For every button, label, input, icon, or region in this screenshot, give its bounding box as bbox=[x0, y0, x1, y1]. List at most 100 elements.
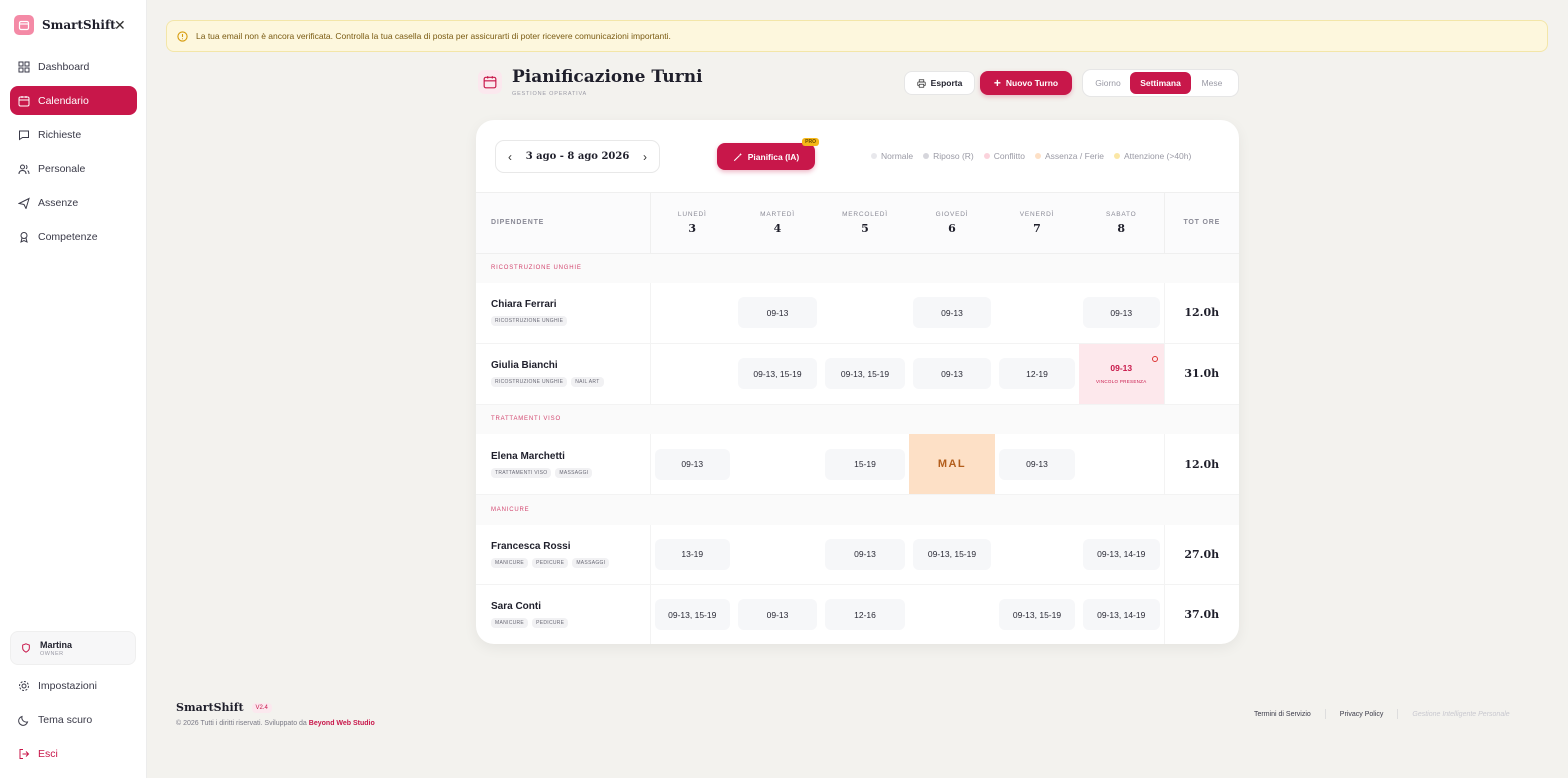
employee-cell[interactable]: Francesca Rossi MANICURE PEDICURE MASSAGGI bbox=[476, 524, 651, 585]
view-week-button[interactable]: Settimana bbox=[1130, 72, 1191, 94]
shift-cell[interactable]: 09-13 bbox=[909, 343, 995, 405]
sidebar-item-richieste[interactable]: Richieste bbox=[10, 120, 137, 149]
shift-cell[interactable]: 09-13 bbox=[995, 434, 1079, 495]
shift-cell[interactable]: 09-13, 14-19 bbox=[1079, 584, 1164, 644]
shift-cell[interactable]: 09-13 bbox=[821, 524, 909, 585]
shift-cell[interactable]: 09-13 bbox=[650, 434, 734, 495]
day-column-header: MARTEDÌ 4 bbox=[734, 193, 821, 254]
settings-button[interactable]: Impostazioni bbox=[10, 671, 137, 700]
shift-cell[interactable]: 09-13 bbox=[1079, 283, 1164, 344]
shift-block[interactable]: 09-13 bbox=[1083, 297, 1160, 329]
employee-cell[interactable]: Sara Conti MANICURE PEDICURE bbox=[476, 584, 651, 644]
employee-cell[interactable]: Chiara Ferrari RICOSTRUZIONE UNGHIE bbox=[476, 283, 651, 344]
shift-cell[interactable]: 09-13, 15-19 bbox=[821, 343, 909, 405]
total-column-header: TOT ORE bbox=[1163, 193, 1239, 254]
empty-shift-cell[interactable] bbox=[734, 434, 821, 495]
sidebar-item-competenze[interactable]: Competenze bbox=[10, 222, 137, 251]
shift-cell[interactable]: 09-13 bbox=[909, 283, 995, 344]
absence-shift[interactable]: MAL bbox=[909, 434, 995, 494]
new-shift-button[interactable]: + Nuovo Turno bbox=[980, 71, 1072, 95]
close-sidebar-icon[interactable]: ✕ bbox=[114, 17, 126, 34]
page-subtitle: GESTIONE OPERATIVA bbox=[512, 91, 588, 97]
sidebar-item-personale[interactable]: Personale bbox=[10, 154, 137, 183]
export-label: Esporta bbox=[930, 78, 963, 88]
shift-block[interactable]: 09-13 bbox=[825, 538, 905, 570]
empty-shift-cell[interactable] bbox=[1079, 434, 1164, 495]
copyright-text: © 2026 Tutti i diritti riservati. Svilup… bbox=[176, 720, 307, 727]
shift-block[interactable]: 09-13, 14-19 bbox=[1083, 599, 1160, 630]
sidebar-item-label: Dashboard bbox=[38, 60, 90, 73]
shift-block[interactable]: 12-19 bbox=[999, 358, 1075, 389]
empty-shift-cell[interactable] bbox=[650, 283, 734, 344]
shift-block[interactable]: 09-13 bbox=[654, 448, 730, 480]
privacy-link[interactable]: Privacy Policy bbox=[1340, 711, 1384, 718]
shift-block[interactable]: 12-16 bbox=[825, 599, 905, 630]
sidebar-item-label: Richieste bbox=[38, 128, 82, 141]
chevron-right-icon[interactable]: › bbox=[643, 150, 647, 164]
shift-block[interactable]: 09-13 bbox=[738, 599, 817, 630]
shift-block[interactable]: 09-13 bbox=[913, 358, 991, 389]
shift-cell[interactable]: 09-13, 15-19 bbox=[650, 584, 734, 644]
shift-block[interactable]: 15-19 bbox=[825, 448, 905, 480]
empty-shift-cell[interactable] bbox=[995, 283, 1079, 344]
shift-block[interactable]: 13-19 bbox=[654, 538, 730, 570]
shift-block[interactable]: 09-13, 14-19 bbox=[1083, 538, 1160, 570]
sidebar-item-calendario[interactable]: Calendario bbox=[10, 86, 137, 115]
shift-cell[interactable]: 12-16 bbox=[821, 584, 909, 644]
shift-cell[interactable]: 09-13, 15-19 bbox=[909, 524, 995, 585]
legend-item: Normale bbox=[871, 151, 913, 161]
theme-toggle[interactable]: Tema scuro bbox=[10, 705, 137, 734]
shift-cell[interactable]: 09-13 VINCOLO PRESENZA bbox=[1079, 343, 1164, 405]
shift-cell[interactable]: 09-13, 14-19 bbox=[1079, 524, 1164, 585]
total-hours: 12.0h bbox=[1163, 434, 1239, 495]
legend-dot bbox=[983, 153, 990, 159]
shift-block[interactable]: 09-13 bbox=[913, 297, 991, 329]
empty-shift-cell[interactable] bbox=[909, 584, 995, 644]
empty-shift-cell[interactable] bbox=[650, 343, 734, 405]
chevron-left-icon[interactable]: ‹ bbox=[508, 150, 512, 164]
terms-link[interactable]: Termini di Servizio bbox=[1254, 711, 1311, 718]
sidebar-item-dashboard[interactable]: Dashboard bbox=[10, 52, 137, 81]
employee-cell[interactable]: Elena Marchetti TRATTAMENTI VISO MASSAGGI bbox=[476, 434, 651, 495]
empty-shift-cell[interactable] bbox=[821, 283, 909, 344]
view-day-button[interactable]: Giorno bbox=[1086, 72, 1130, 94]
shift-block[interactable]: 09-13, 15-19 bbox=[825, 358, 905, 389]
shift-cell[interactable]: 09-13 bbox=[734, 584, 821, 644]
shift-cell[interactable]: 09-13, 15-19 bbox=[995, 584, 1079, 644]
view-toggle: Giorno Settimana Mese bbox=[1082, 69, 1239, 97]
conflict-shift[interactable]: 09-13 VINCOLO PRESENZA bbox=[1079, 343, 1164, 404]
shift-cell[interactable]: MAL bbox=[909, 434, 995, 495]
logout-button[interactable]: Esci bbox=[10, 739, 137, 768]
shift-cell[interactable]: 09-13 bbox=[734, 283, 821, 344]
shift-block[interactable]: 09-13, 15-19 bbox=[738, 358, 817, 389]
user-card[interactable]: Martina OWNER bbox=[10, 631, 136, 665]
shift-cell[interactable]: 13-19 bbox=[650, 524, 734, 585]
shift-cell[interactable]: 12-19 bbox=[995, 343, 1079, 405]
shift-block[interactable]: 09-13 bbox=[738, 297, 817, 329]
employee-cell[interactable]: Giulia Bianchi RICOSTRUZIONE UNGHIE NAIL A… bbox=[476, 343, 651, 405]
shift-block[interactable]: 09-13, 15-19 bbox=[913, 538, 991, 570]
export-button[interactable]: Esporta bbox=[904, 71, 975, 95]
sidebar-item-assenze[interactable]: Assenze bbox=[10, 188, 137, 217]
shift-block[interactable]: 09-13, 15-19 bbox=[999, 599, 1075, 630]
view-month-button[interactable]: Mese bbox=[1191, 72, 1233, 94]
employee-tags: MANICURE PEDICURE bbox=[491, 618, 650, 628]
ai-plan-button[interactable]: Pianifica (IA) PRO bbox=[717, 138, 819, 170]
empty-shift-cell[interactable] bbox=[734, 524, 821, 585]
shift-block[interactable]: 09-13 bbox=[999, 448, 1075, 480]
users-icon bbox=[18, 164, 30, 174]
empty-shift-cell[interactable] bbox=[995, 524, 1079, 585]
developer-link[interactable]: Beyond Web Studio bbox=[309, 720, 375, 727]
shift-cell[interactable]: 09-13, 15-19 bbox=[734, 343, 821, 405]
schedule-table: DIPENDENTE LUNEDÌ 3 MARTEDÌ 4 MERCOLEDÌ 5 GIOV… bbox=[476, 193, 1239, 644]
shift-cell[interactable]: 15-19 bbox=[821, 434, 909, 495]
shift-block[interactable]: 09-13, 15-19 bbox=[654, 599, 730, 630]
gear-icon bbox=[19, 680, 29, 691]
day-column-header: GIOVEDÌ 6 bbox=[909, 193, 995, 254]
brand[interactable]: SmartShift bbox=[14, 15, 116, 35]
table-row: Francesca Rossi MANICURE PEDICURE MASSAGGI 1… bbox=[476, 524, 1239, 585]
grid-icon bbox=[18, 61, 30, 72]
day-name: LUNEDÌ bbox=[677, 210, 707, 218]
employee-name: Francesca Rossi bbox=[491, 540, 571, 552]
calendar-icon bbox=[18, 95, 30, 106]
